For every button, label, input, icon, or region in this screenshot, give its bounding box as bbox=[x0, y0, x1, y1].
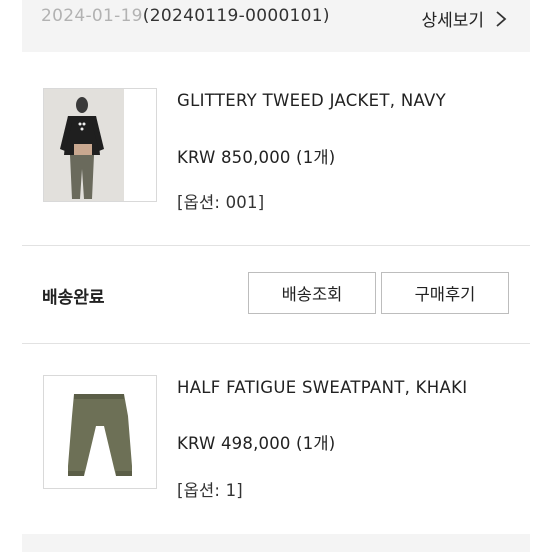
product-price: KRW 850,000 (1개) bbox=[177, 148, 336, 167]
order-date: 2024-01-19 bbox=[41, 6, 143, 26]
order-date-line: 2024-01-19(20240119-0000101) bbox=[41, 6, 330, 26]
product-image-pants bbox=[44, 376, 156, 488]
product-name[interactable]: GLITTERY TWEED JACKET, NAVY bbox=[177, 89, 477, 112]
shipping-status: 배송완료 bbox=[42, 288, 105, 308]
product-option: [옵션: 1] bbox=[177, 481, 243, 500]
write-review-button[interactable]: 구매후기 bbox=[381, 272, 509, 314]
track-delivery-button[interactable]: 배송조회 bbox=[248, 272, 376, 314]
order-header: 2024-01-19(20240119-0000101) 상세보기 bbox=[22, 0, 530, 52]
order-detail-label: 상세보기 bbox=[421, 11, 484, 31]
product-price: KRW 498,000 (1개) bbox=[177, 434, 336, 453]
product-image-jacket bbox=[44, 89, 156, 201]
order-detail-link[interactable]: 상세보기 bbox=[421, 6, 508, 31]
product-thumbnail-jacket[interactable] bbox=[43, 88, 157, 202]
product-option: [옵션: 001] bbox=[177, 193, 265, 212]
product-name[interactable]: HALF FATIGUE SWEATPANT, KHAKI bbox=[177, 376, 477, 399]
section-divider bbox=[22, 343, 530, 344]
chevron-right-icon bbox=[496, 10, 507, 27]
next-order-header bbox=[22, 534, 530, 552]
order-number: (20240119-0000101) bbox=[142, 6, 330, 26]
section-divider bbox=[22, 245, 530, 246]
product-thumbnail-pants[interactable] bbox=[43, 375, 157, 489]
